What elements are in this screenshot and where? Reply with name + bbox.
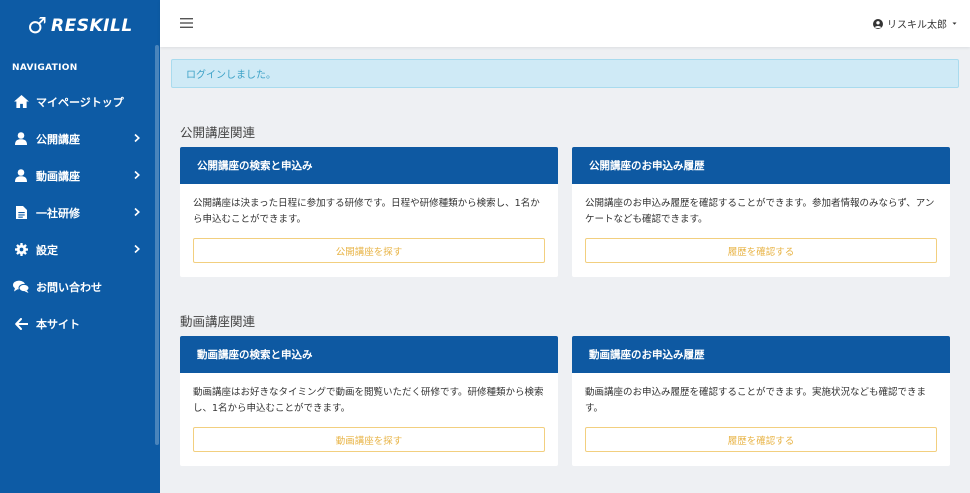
nav-list: マイページトップ 公開講座 動画講座 一社研修 設定 お問い合わせ 本サイト [0, 83, 154, 342]
sidebar-item-label: 一社研修 [36, 206, 80, 220]
login-success-alert: ログインしました。 [171, 59, 959, 88]
sidebar: ♂ RESKILL NAVIGATION マイページトップ 公開講座 動画講座 [0, 0, 160, 493]
sidebar-item-label: 設定 [36, 243, 58, 257]
card-description: 動画講座はお好きなタイミングで動画を閲覧いただく研修です。研修種類から検索し、1… [193, 387, 544, 414]
card-public-course-search: 公開講座の検索と申込み 公開講座は決まった日程に参加する研修です。日程や研修種類… [180, 147, 558, 277]
card-description: 公開講座は決まった日程に参加する研修です。日程や研修種類から検索し、1名から申込… [193, 198, 540, 225]
check-video-history-button[interactable]: 履歴を確認する [585, 427, 937, 452]
card-description: 公開講座のお申込み履歴を確認することができます。参加者情報のみならず、アンケート… [585, 198, 935, 225]
chevron-right-icon [134, 170, 140, 180]
user-menu[interactable]: リスキル太郎 [873, 16, 958, 31]
user-icon [13, 168, 29, 184]
card-title: 動画講座の検索と申込み [180, 336, 558, 373]
sidebar-item-mypage-top[interactable]: マイページトップ [0, 83, 154, 120]
sidebar-scrollbar[interactable] [155, 45, 159, 445]
document-icon [13, 205, 29, 221]
check-public-history-button[interactable]: 履歴を確認する [585, 238, 937, 263]
find-video-courses-button[interactable]: 動画講座を探す [193, 427, 545, 452]
caret-down-icon [952, 22, 957, 25]
logo-mark-icon: ♂ [27, 13, 48, 39]
sidebar-item-corporate-training[interactable]: 一社研修 [0, 194, 154, 231]
card-title: 動画講座のお申込み履歴 [572, 336, 950, 373]
sidebar-item-main-site[interactable]: 本サイト [0, 305, 154, 342]
arrow-left-icon [13, 316, 29, 332]
hamburger-menu-icon[interactable] [180, 16, 194, 30]
card-public-course-history: 公開講座のお申込み履歴 公開講座のお申込み履歴を確認することができます。参加者情… [572, 147, 950, 277]
sidebar-item-label: 公開講座 [36, 132, 80, 146]
chat-icon [13, 279, 29, 295]
sidebar-item-label: 動画講座 [36, 169, 80, 183]
chevron-right-icon [134, 207, 140, 217]
logo-text: RESKILL [51, 16, 133, 36]
card-title: 公開講座のお申込み履歴 [572, 147, 950, 184]
reskill-logo[interactable]: ♂ RESKILL [0, 0, 160, 52]
top-header: リスキル太郎 [160, 0, 970, 47]
sidebar-item-label: お問い合わせ [36, 280, 102, 294]
sidebar-item-video-courses[interactable]: 動画講座 [0, 157, 154, 194]
gear-icon [13, 242, 29, 258]
user-icon [13, 131, 29, 147]
user-circle-icon [873, 18, 883, 29]
find-public-courses-button[interactable]: 公開講座を探す [193, 238, 545, 263]
section-title-public-courses: 公開講座関連 [180, 125, 256, 140]
chevron-right-icon [134, 133, 140, 143]
nav-heading: NAVIGATION [12, 63, 78, 73]
sidebar-item-public-courses[interactable]: 公開講座 [0, 120, 154, 157]
user-name: リスキル太郎 [887, 20, 947, 31]
card-video-course-history: 動画講座のお申込み履歴 動画講座のお申込み履歴を確認することができます。実施状況… [572, 336, 950, 466]
card-video-course-search: 動画講座の検索と申込み 動画講座はお好きなタイミングで動画を閲覧いただく研修です… [180, 336, 558, 466]
chevron-right-icon [134, 244, 140, 254]
sidebar-item-label: マイページトップ [36, 95, 124, 109]
sidebar-item-contact[interactable]: お問い合わせ [0, 268, 154, 305]
sidebar-item-settings[interactable]: 設定 [0, 231, 154, 268]
section-title-video-courses: 動画講座関連 [180, 314, 256, 329]
alert-message: ログインしました。 [186, 70, 276, 81]
card-title: 公開講座の検索と申込み [180, 147, 558, 184]
home-icon [13, 94, 29, 110]
sidebar-item-label: 本サイト [36, 317, 80, 331]
card-description: 動画講座のお申込み履歴を確認することができます。実施状況なども確認できます。 [585, 387, 927, 414]
